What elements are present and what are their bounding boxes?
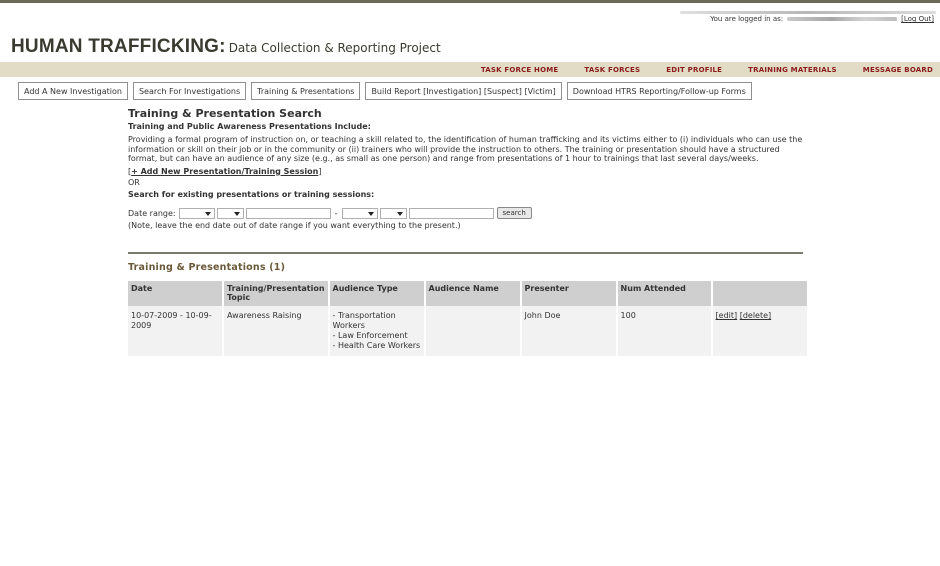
- end-month-select[interactable]: [341, 207, 378, 219]
- action-buttons: Add A New Investigation Search For Inves…: [18, 82, 757, 100]
- col-actions: [712, 281, 807, 306]
- download-forms-button[interactable]: Download HTRS Reporting/Follow-up Forms: [566, 82, 752, 100]
- training-presentations-button[interactable]: Training & Presentations: [251, 82, 361, 100]
- col-presenter: Presenter: [521, 281, 616, 306]
- nav-training-materials[interactable]: TRAINING MATERIALS: [748, 66, 837, 74]
- end-day-select[interactable]: [379, 207, 407, 219]
- nav-edit-profile[interactable]: EDIT PROFILE: [666, 66, 722, 74]
- add-presentation-wrapper: [+ Add New Presentation/Training Session…: [128, 166, 322, 176]
- cell-topic: Awareness Raising: [224, 306, 328, 356]
- delete-link[interactable]: [delete]: [740, 311, 771, 320]
- start-month-select[interactable]: [178, 207, 215, 219]
- cell-date: 10-07-2009 - 10-09-2009: [128, 306, 222, 356]
- login-bar: You are logged in as: [Log Out]: [710, 15, 934, 23]
- main-nav: TASK FORCE HOME TASK FORCES EDIT PROFILE…: [0, 62, 940, 77]
- date-range-label: Date range:: [128, 208, 176, 218]
- cell-num-attended: 100: [617, 306, 711, 356]
- site-title-sub: Data Collection & Reporting Project: [228, 41, 441, 55]
- col-date: Date: [128, 281, 222, 306]
- cell-audience-name: [425, 306, 520, 356]
- search-label: Search for existing presentations or tra…: [128, 189, 375, 199]
- section-divider: [128, 252, 803, 254]
- nav-task-force-home[interactable]: TASK FORCE HOME: [481, 66, 559, 74]
- logged-in-label: You are logged in as:: [710, 15, 784, 23]
- end-year-input[interactable]: [408, 207, 494, 219]
- cell-presenter: John Doe: [521, 306, 616, 356]
- date-range-row: Date range: - search: [128, 207, 532, 219]
- search-button[interactable]: search: [496, 207, 532, 219]
- or-label: OR: [128, 177, 140, 187]
- cell-actions: [edit] [delete]: [712, 306, 807, 356]
- col-audience-type: Audience Type: [329, 281, 424, 306]
- page-title: Training & Presentation Search: [128, 107, 322, 120]
- section-description: Providing a formal program of instructio…: [128, 135, 803, 163]
- redacted-banner: [680, 11, 936, 14]
- col-num-attended: Num Attended: [617, 281, 711, 306]
- redacted-username: [787, 17, 898, 21]
- cell-audience-type: - Transportation Workers - Law Enforceme…: [329, 306, 424, 356]
- edit-link[interactable]: [edit]: [716, 311, 738, 320]
- nav-task-forces[interactable]: TASK FORCES: [584, 66, 640, 74]
- search-investigations-button[interactable]: Search For Investigations: [132, 82, 247, 100]
- search-section: Training & Presentation Search Training …: [128, 107, 803, 199]
- results-title: Training & Presentations (1): [128, 262, 286, 273]
- logout-link[interactable]: [Log Out]: [901, 15, 934, 23]
- section-subhead: Training and Public Awareness Presentati…: [128, 122, 371, 131]
- top-rule: [0, 0, 940, 3]
- add-presentation-link[interactable]: + Add New Presentation/Training Session: [131, 167, 318, 176]
- start-year-input[interactable]: [245, 207, 331, 219]
- start-day-select[interactable]: [216, 207, 244, 219]
- site-title-main: HUMAN TRAFFICKING:: [11, 36, 226, 57]
- date-range-dash: -: [334, 208, 338, 218]
- nav-message-board[interactable]: MESSAGE BOARD: [863, 66, 933, 74]
- results-table: Date Training/Presentation Topic Audienc…: [126, 281, 809, 356]
- date-range-note: (Note, leave the end date out of date ra…: [128, 221, 461, 230]
- col-audience-name: Audience Name: [425, 281, 520, 306]
- site-title: HUMAN TRAFFICKING: Data Collection & Repo…: [11, 36, 441, 58]
- table-header-row: Date Training/Presentation Topic Audienc…: [128, 281, 807, 306]
- add-investigation-button[interactable]: Add A New Investigation: [18, 82, 128, 100]
- col-topic: Training/Presentation Topic: [224, 281, 328, 306]
- table-row: 10-07-2009 - 10-09-2009 Awareness Raisin…: [128, 306, 807, 356]
- build-report-button[interactable]: Build Report [Investigation] [Suspect] […: [365, 82, 562, 100]
